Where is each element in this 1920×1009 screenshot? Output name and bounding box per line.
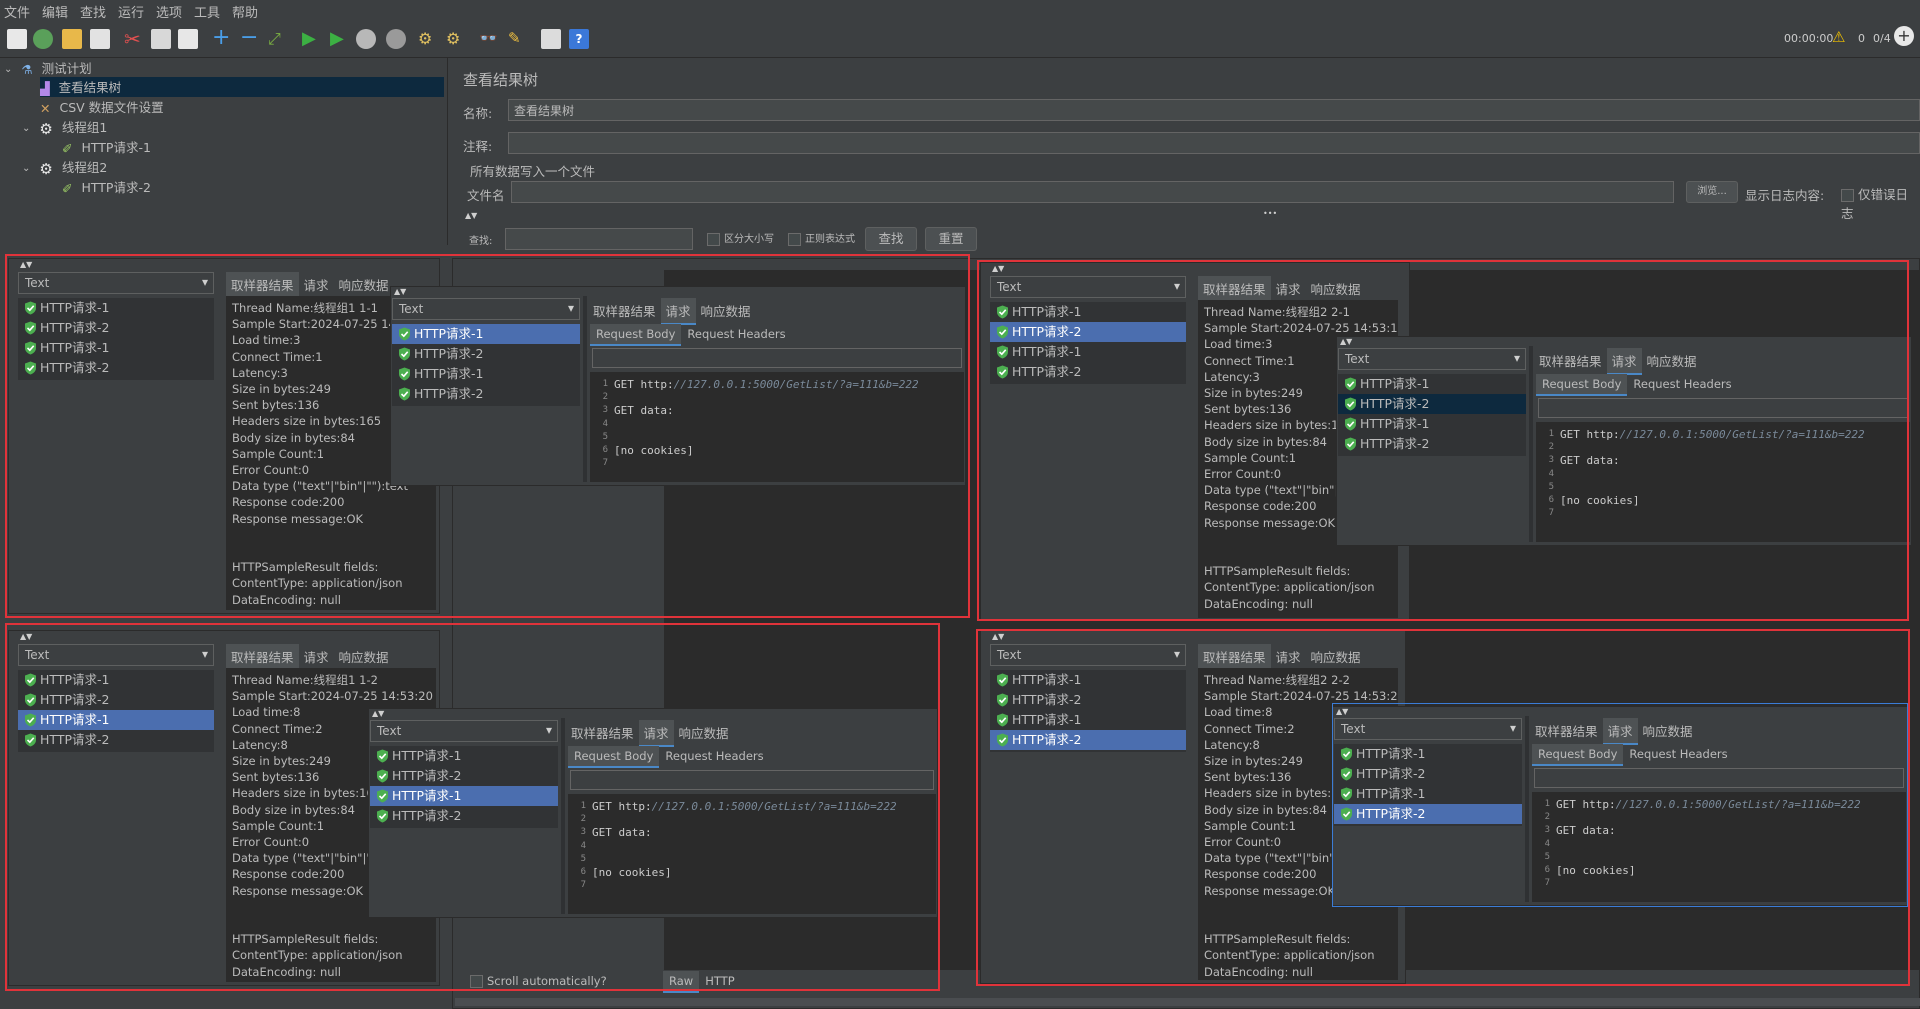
tree-item-label: 线程组1	[61, 120, 108, 135]
menu-help[interactable]: 帮助	[232, 2, 258, 21]
menu-edit[interactable]: 编辑	[42, 2, 68, 21]
tools-icon: ✕	[40, 101, 51, 116]
case-sensitive-checkbox[interactable]: 区分大小写	[707, 230, 774, 246]
test-plan-icon: ⚗	[21, 62, 33, 77]
tree-item-label: CSV 数据文件设置	[59, 100, 164, 115]
remote-start-icon[interactable]: +	[1894, 26, 1914, 46]
reset-button[interactable]: 重置	[925, 227, 977, 251]
tree-item-csv[interactable]: ✕ CSV 数据文件设置	[40, 97, 164, 117]
comment-label: 注释:	[463, 139, 493, 154]
splitter-handle[interactable]: •••	[1263, 209, 1277, 218]
shutdown-icon[interactable]	[386, 29, 406, 49]
file-section-label: 所有数据写入一个文件	[470, 164, 596, 179]
function-helper-icon[interactable]	[541, 29, 561, 49]
open-folder-icon[interactable]	[62, 29, 82, 49]
clear-all-icon[interactable]: ⚙	[446, 29, 466, 49]
menu-run[interactable]: 运行	[118, 2, 144, 21]
errors-only-checkbox[interactable]: 仅错误日志	[1841, 184, 1920, 222]
menu-bar: 文件 编辑 查找 运行 选项 工具 帮助	[0, 0, 1920, 21]
expand-arrow-icon[interactable]: ⌄	[4, 64, 12, 75]
regex-checkbox[interactable]: 正则表达式	[788, 230, 855, 246]
tree-item-label: HTTP请求-1	[81, 140, 151, 155]
name-field[interactable]: 查看结果树	[508, 99, 1920, 121]
page-title: 查看结果树	[463, 71, 539, 89]
case-sensitive-label: 区分大小写	[724, 234, 774, 245]
highlight-box	[977, 260, 1909, 621]
filename-label: 文件名	[467, 188, 505, 203]
horizontal-scrollbar[interactable]	[455, 998, 1920, 1006]
save-icon[interactable]	[90, 29, 110, 49]
clear-icon[interactable]: ⚙	[418, 29, 438, 49]
splitter-arrows[interactable]: ▲▼	[465, 211, 477, 220]
start-no-timers-icon[interactable]: ▶	[330, 29, 350, 49]
toolbar: ✂ + − ⤢ ▶ ▶ ⚙ ⚙ 👓 ✎ ? 00:00:00 ⚠ 0 0/4 +	[0, 20, 1920, 58]
reset-search-icon[interactable]: ✎	[508, 29, 528, 49]
toggle-icon[interactable]: ⤢	[268, 29, 288, 49]
stop-icon[interactable]	[356, 29, 376, 49]
pipette-icon: ✐	[62, 181, 73, 196]
collapse-icon[interactable]: −	[240, 27, 260, 49]
tree-root-label: 测试计划	[41, 61, 92, 76]
expand-arrow-icon[interactable]: ⌄	[22, 163, 30, 174]
menu-search[interactable]: 查找	[80, 2, 106, 21]
warning-count: 0	[1858, 32, 1865, 45]
highlight-box	[5, 623, 940, 991]
log-content-label: 显示日志内容:	[1745, 188, 1825, 203]
comment-field[interactable]	[508, 132, 1920, 154]
tree-item-label: 线程组2	[61, 160, 108, 175]
tree-root[interactable]: ⌄ ⚗ 测试计划	[4, 58, 92, 78]
tree-item-thread-group-1[interactable]: ⌄ ⚙ 线程组1	[22, 117, 108, 138]
gear-icon: ⚙	[39, 159, 53, 178]
menu-options[interactable]: 选项	[156, 2, 182, 21]
name-label: 名称:	[463, 106, 493, 121]
warning-icon[interactable]: ⚠	[1832, 28, 1845, 46]
gear-icon: ⚙	[39, 119, 53, 138]
regex-label: 正则表达式	[805, 234, 855, 245]
focus-box	[1332, 703, 1908, 907]
copy-icon[interactable]	[151, 29, 171, 49]
highlight-box	[5, 254, 970, 618]
expand-icon[interactable]: +	[212, 27, 232, 49]
tree-item-view-results[interactable]: ▟ 查看结果树	[40, 77, 444, 97]
search-input[interactable]	[505, 228, 693, 250]
expand-arrow-icon[interactable]: ⌄	[22, 123, 30, 134]
tree-item-http-2[interactable]: ✐ HTTP请求-2	[62, 177, 151, 197]
tree-item-label: HTTP请求-2	[81, 180, 151, 195]
browse-button[interactable]: 浏览...	[1686, 181, 1738, 203]
filename-field[interactable]	[511, 181, 1674, 203]
paste-icon[interactable]	[178, 29, 198, 49]
pipette-icon: ✐	[62, 141, 73, 156]
search-label: 查找:	[469, 236, 493, 247]
start-icon[interactable]: ▶	[302, 29, 322, 49]
menu-file[interactable]: 文件	[4, 2, 30, 21]
tree-item-http-1[interactable]: ✐ HTTP请求-1	[62, 137, 151, 157]
find-button[interactable]: 查找	[865, 227, 917, 251]
elapsed-timer: 00:00:00	[1784, 32, 1834, 45]
test-plan-tree: ⌄ ⚗ 测试计划 ▟ 查看结果树 ✕ CSV 数据文件设置 ⌄ ⚙ 线程组1 ✐…	[0, 58, 448, 245]
chart-icon: ▟	[40, 81, 50, 96]
menu-tools[interactable]: 工具	[194, 2, 220, 21]
tree-item-label: 查看结果树	[58, 80, 122, 95]
tree-item-thread-group-2[interactable]: ⌄ ⚙ 线程组2	[22, 157, 108, 178]
new-file-icon[interactable]	[7, 29, 27, 49]
templates-icon[interactable]	[33, 29, 53, 49]
search-icon[interactable]: 👓	[479, 29, 499, 49]
thread-count: 0/4	[1873, 32, 1891, 45]
help-icon[interactable]: ?	[569, 29, 589, 49]
cut-icon[interactable]: ✂	[124, 29, 144, 49]
